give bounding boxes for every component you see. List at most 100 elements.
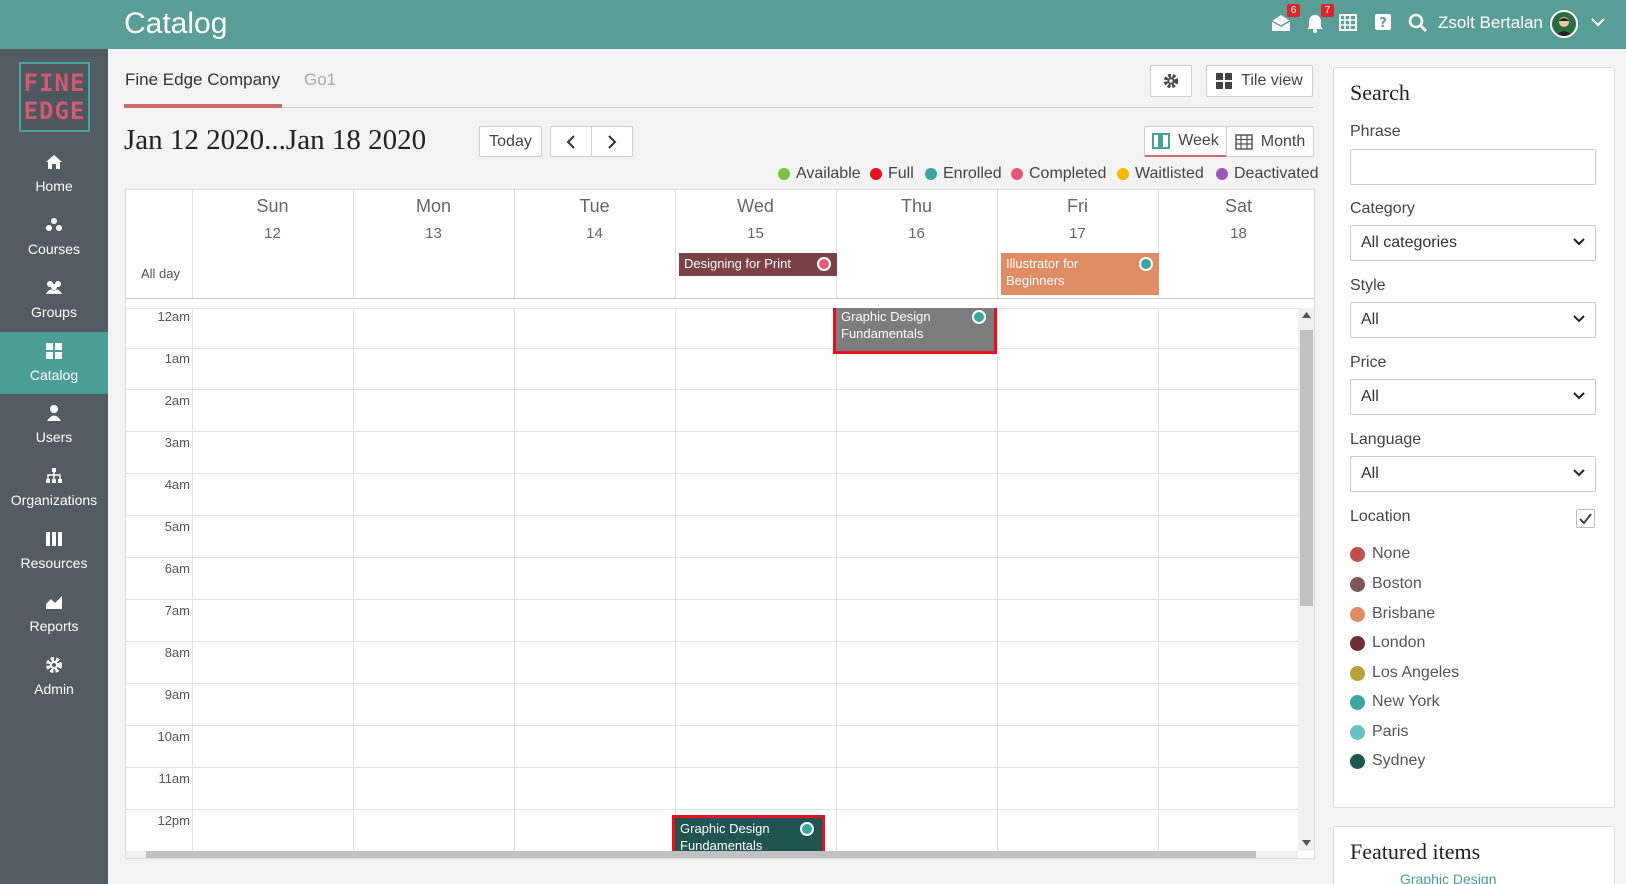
location-dot [1350,724,1365,740]
page-title: Catalog [124,7,228,40]
phrase-input[interactable] [1350,149,1596,185]
grid-line [353,190,354,298]
horizontal-scrollbar[interactable] [126,851,1298,858]
svg-text:?: ? [1379,16,1387,31]
location-dot [1350,665,1365,681]
hour-label: 3am [164,435,190,450]
location-dot [1350,606,1365,622]
location-brisbane[interactable]: Brisbane [1350,605,1435,623]
category-label: Category [1350,200,1415,217]
status-dot [817,257,831,271]
location-new-york[interactable]: New York [1350,693,1440,711]
hour-label: 11am [158,771,190,786]
hour-label: 7am [164,603,190,618]
help-icon[interactable]: ? [1373,12,1397,36]
day-header-fri[interactable]: Fri 17 [997,190,1158,242]
tab-go1[interactable]: Go1 [304,70,336,90]
legend-dot [1216,168,1228,180]
scrollbar-thumb[interactable] [1300,330,1313,606]
month-view-button[interactable]: Month [1226,126,1314,157]
event-graphic-design-fundamentals-thu[interactable]: Graphic Design Fundamentals [833,308,997,354]
messages-badge: 6 [1287,4,1300,17]
scroll-down-arrow[interactable] [1302,840,1311,846]
prev-week-button[interactable] [550,126,592,157]
hour-line [126,348,1298,349]
hour-label: 1am [164,351,190,366]
week-view-button[interactable]: Week [1144,126,1227,157]
resources-icon [44,529,64,549]
all-day-divider [126,298,1314,299]
location-checkbox[interactable] [1576,509,1595,528]
grid-line [997,308,998,858]
price-label: Price [1350,354,1387,371]
location-dot [1350,694,1365,710]
search-title: Search [1350,80,1410,105]
scrollbar-thumb[interactable] [146,851,1256,858]
day-header-wed[interactable]: Wed 15 [675,190,836,242]
day-header-sun[interactable]: Sun 12 [192,190,353,242]
location-los-angeles[interactable]: Los Angeles [1350,664,1459,682]
legend-dot [1011,168,1023,180]
legend-full: Full [870,165,914,183]
chevron-left-icon [566,134,576,149]
day-header-tue[interactable]: Tue 14 [514,190,675,242]
location-sydney[interactable]: Sydney [1350,752,1425,770]
price-select[interactable]: All [1350,379,1596,415]
location-none[interactable]: None [1350,545,1410,563]
tab-fine-edge-company[interactable]: Fine Edge Company [125,70,280,90]
location-boston[interactable]: Boston [1350,575,1422,593]
today-button[interactable]: Today [479,126,542,157]
style-select[interactable]: All [1350,302,1596,338]
gear-icon [44,655,64,675]
hour-line [126,389,1298,390]
all-day-event-illustrator-for-beginners[interactable]: Illustrator for Beginners [1001,253,1159,295]
location-paris[interactable]: Paris [1350,723,1408,741]
logo[interactable]: FINE EDGE [19,62,90,132]
courses-icon [44,215,64,235]
groups-icon [44,278,64,298]
day-header-thu[interactable]: Thu 16 [836,190,997,242]
vertical-scrollbar[interactable] [1298,308,1314,851]
day-header-mon[interactable]: Mon 13 [353,190,514,242]
hour-label: 8am [164,645,190,660]
location-dot [1350,576,1365,592]
location-london[interactable]: London [1350,634,1425,652]
notifications-badge: 7 [1321,4,1334,17]
sidebar-item-groups[interactable]: Groups [0,269,108,331]
sidebar-item-organizations[interactable]: Organizations [0,457,108,519]
grid-line [514,190,515,298]
all-day-label: All day [141,266,181,281]
sidebar-item-users[interactable]: Users [0,394,108,456]
settings-button[interactable] [1150,65,1192,97]
avatar[interactable] [1550,10,1578,38]
next-week-button[interactable] [591,126,633,157]
hour-line [126,767,1298,768]
sidebar-item-courses[interactable]: Courses [0,206,108,268]
day-header-sat[interactable]: Sat 18 [1158,190,1314,242]
calendar-icon[interactable] [1338,12,1362,36]
language-select[interactable]: All [1350,456,1596,492]
hour-line [126,431,1298,432]
sidebar-item-resources[interactable]: Resources [0,520,108,582]
hour-line [126,809,1298,810]
language-label: Language [1350,431,1422,448]
sidebar-item-admin[interactable]: Admin [0,646,108,708]
grid-line [997,190,998,298]
tile-view-button[interactable]: Tile view [1206,65,1313,97]
user-name[interactable]: Zsolt Bertalan [1438,13,1543,33]
featured-item-link[interactable]: Graphic Design [1400,871,1497,884]
grid-line [836,308,837,858]
search-icon[interactable] [1407,12,1431,36]
bell-icon[interactable]: 7 [1304,4,1334,36]
reports-icon [44,592,64,612]
sidebar-item-reports[interactable]: Reports [0,583,108,645]
location-dot [1350,635,1365,651]
grid-line [192,190,193,298]
mail-icon[interactable]: 6 [1270,4,1300,36]
chevron-down-icon[interactable] [1590,16,1606,28]
sidebar-item-catalog[interactable]: Catalog [0,332,108,394]
scroll-up-arrow[interactable] [1302,312,1311,318]
category-select[interactable]: All categories [1350,225,1596,261]
all-day-event-designing-for-print[interactable]: Designing for Print [679,253,837,276]
sidebar-item-home[interactable]: Home [0,143,108,205]
